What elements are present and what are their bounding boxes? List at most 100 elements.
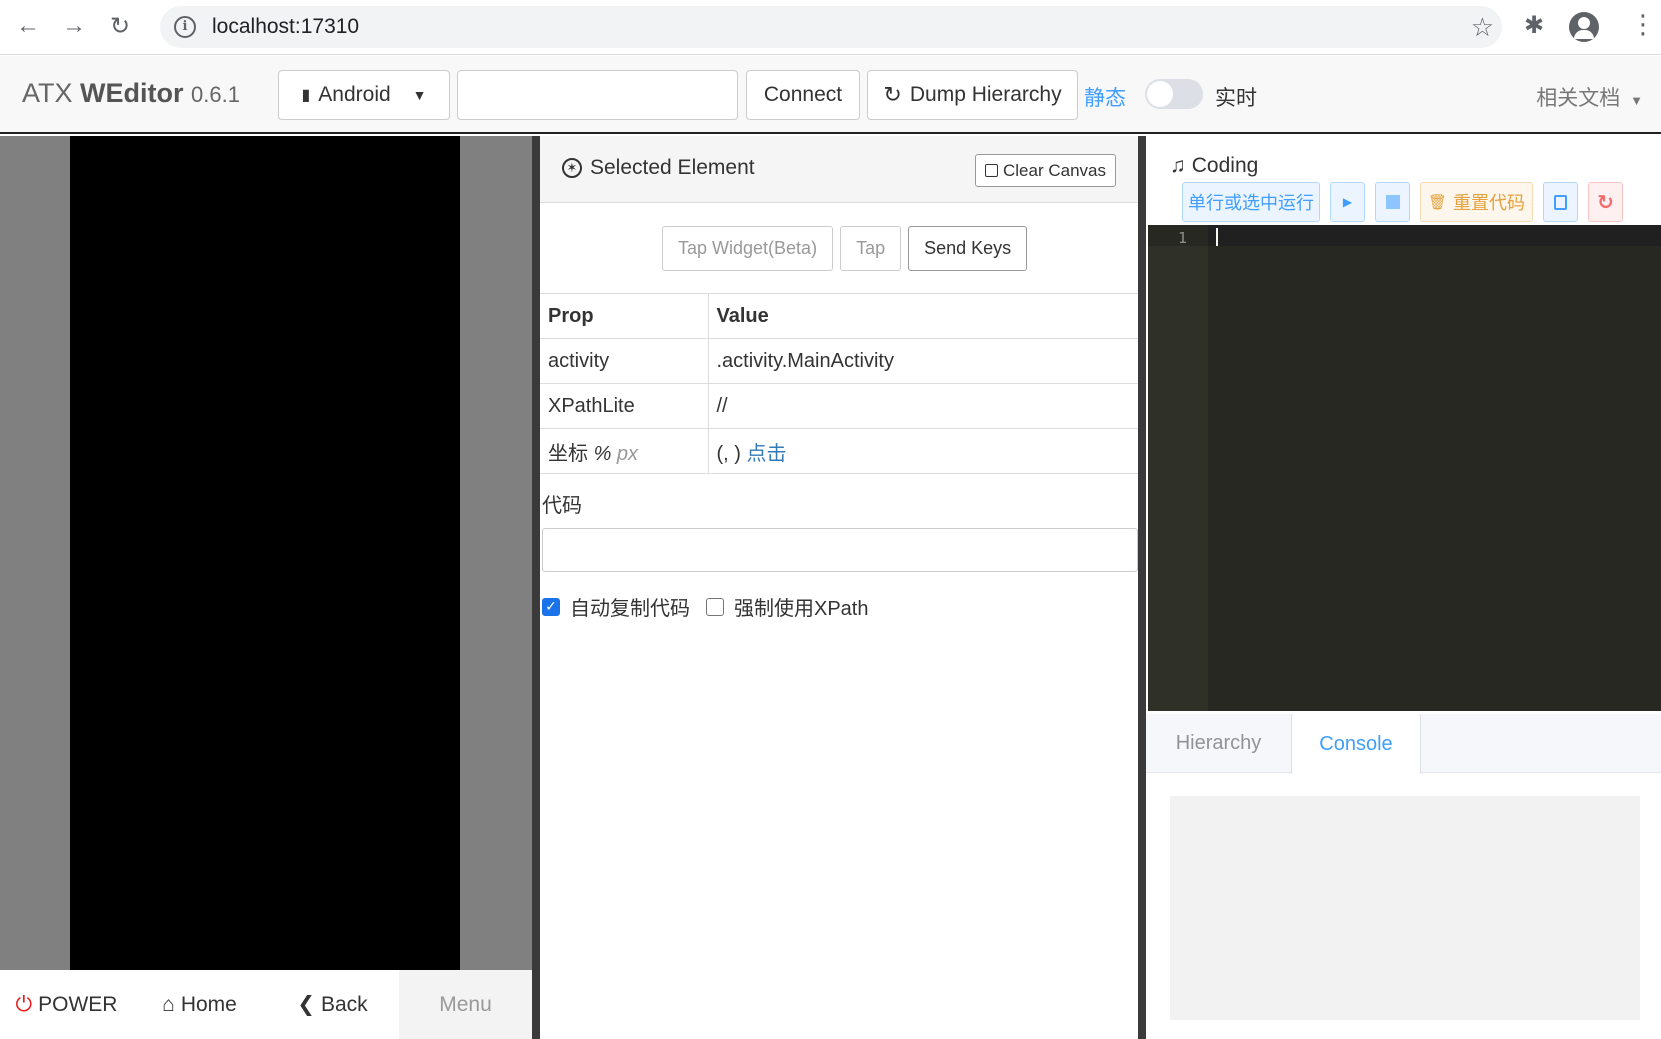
prop-column-header: Prop: [540, 293, 709, 339]
coord-label: 坐标: [548, 442, 588, 465]
value-cell: //: [708, 383, 1138, 429]
coding-label: Coding: [1191, 154, 1259, 177]
prop-cell: 坐标 % px: [540, 428, 709, 474]
tab-hierarchy[interactable]: Hierarchy: [1146, 714, 1291, 773]
coord-px-toggle[interactable]: px: [617, 443, 638, 465]
realtime-toggle[interactable]: [1145, 79, 1203, 109]
auto-copy-checkbox[interactable]: ✓: [542, 597, 560, 616]
connect-label: Connect: [763, 83, 843, 106]
selected-element-header: ✶ Selected Element Clear Canvas: [540, 136, 1138, 203]
url-text[interactable]: localhost:17310: [212, 15, 359, 39]
code-editor[interactable]: 1: [1148, 225, 1661, 711]
profile-avatar-icon[interactable]: [1569, 12, 1599, 42]
run-selection-button[interactable]: 单行或选中运行: [1182, 182, 1320, 222]
reload-icon[interactable]: ↻: [104, 10, 136, 42]
panel-splitter-right[interactable]: [1138, 136, 1146, 1039]
code-label: 代码: [542, 495, 582, 517]
connect-button[interactable]: Connect: [746, 70, 860, 120]
power-label: POWER: [38, 992, 118, 1016]
active-line: [1148, 225, 1661, 246]
docs-dropdown[interactable]: 相关文档 ▼: [1536, 82, 1643, 112]
bookmark-star-icon[interactable]: ☆: [1471, 12, 1494, 43]
reset-code-label: 重置代码: [1453, 193, 1526, 213]
code-input[interactable]: [542, 528, 1138, 572]
forward-arrow-icon[interactable]: →: [58, 10, 90, 42]
table-row: XPathLite //: [540, 383, 1138, 429]
realtime-mode-label[interactable]: 实时: [1215, 82, 1257, 112]
reset-code-button[interactable]: 🗑 重置代码: [1420, 182, 1533, 222]
refresh-icon: ↻: [883, 82, 902, 107]
static-mode-label[interactable]: 静态: [1084, 82, 1126, 112]
platform-select[interactable]: ▮ Android ▼: [278, 70, 450, 120]
code-options: ✓ 自动复制代码 强制使用XPath: [542, 592, 868, 621]
tap-button[interactable]: Tap: [840, 226, 902, 271]
menu-button[interactable]: Menu: [399, 970, 532, 1039]
panel-splitter-left[interactable]: [532, 136, 540, 1039]
auto-copy-label[interactable]: 自动复制代码: [570, 592, 690, 621]
value-column-header: Value: [708, 293, 1138, 339]
prop-cell: XPathLite: [540, 383, 709, 429]
play-icon: ▶: [1342, 195, 1353, 209]
back-button[interactable]: ❮ Back: [266, 970, 399, 1039]
dump-hierarchy-button[interactable]: ↻ Dump Hierarchy: [867, 70, 1078, 120]
power-icon: ⏻: [15, 992, 33, 1016]
coding-title: ♫ Coding: [1170, 154, 1258, 178]
browser-toolbar: ← → ↻ i localhost:17310 ☆ ✱ ⋮: [0, 0, 1661, 55]
more-vert-icon[interactable]: ⋮: [1630, 9, 1656, 40]
toggle-knob: [1147, 81, 1173, 107]
home-button[interactable]: ⌂ Home: [133, 970, 266, 1039]
device-address-input[interactable]: [457, 70, 738, 120]
selected-element-label: Selected Element: [590, 156, 755, 179]
device-screen[interactable]: [70, 136, 460, 970]
value-cell: (, ) 点击: [708, 428, 1138, 474]
table-header-row: Prop Value: [540, 293, 1138, 339]
address-bar[interactable]: i localhost:17310 ☆: [160, 6, 1502, 48]
coding-panel: ♫ Coding 单行或选中运行 ▶ 🗑 重置代码 ↻ 1 Hierarchy: [1146, 136, 1661, 1039]
coding-toolbar: 单行或选中运行 ▶ 🗑 重置代码 ↻: [1182, 182, 1623, 222]
docs-label: 相关文档: [1536, 87, 1621, 110]
brand: ATX WEditor 0.6.1: [22, 78, 240, 109]
power-button[interactable]: ⏻ POWER: [0, 970, 133, 1039]
chevron-left-icon: ❮: [297, 993, 315, 1016]
element-actions: Tap Widget(Beta) Tap Send Keys: [662, 226, 1028, 271]
app-header: ATX WEditor 0.6.1 ▮ Android ▼ Connect ↻ …: [0, 56, 1661, 134]
reload-button[interactable]: ↻: [1588, 182, 1623, 222]
value-cell: .activity.MainActivity: [708, 338, 1138, 384]
text-cursor: [1216, 228, 1218, 246]
line-number: 1: [1178, 229, 1188, 247]
android-icon: ▮: [301, 87, 311, 104]
device-key-bar: ⏻ POWER ⌂ Home ❮ Back Menu: [0, 970, 532, 1039]
tab-console[interactable]: Console: [1291, 714, 1421, 774]
table-row: 坐标 % px (, ) 点击: [540, 428, 1138, 474]
version-label: 0.6.1: [191, 82, 240, 107]
caret-down-icon: ▼: [412, 87, 427, 103]
copy-button[interactable]: [1543, 182, 1578, 222]
coord-click-link[interactable]: 点击: [747, 443, 787, 465]
home-icon: ⌂: [162, 992, 175, 1016]
console-output: [1170, 796, 1640, 1020]
square-icon: [985, 164, 998, 177]
dump-hierarchy-label: Dump Hierarchy: [909, 83, 1062, 106]
back-arrow-icon[interactable]: ←: [12, 10, 44, 42]
properties-table: Prop Value activity .activity.MainActivi…: [540, 293, 1138, 474]
coord-value: (, ): [716, 442, 741, 465]
clear-canvas-label: Clear Canvas: [1003, 160, 1106, 180]
info-icon[interactable]: i: [174, 16, 196, 38]
platform-select-value: Android: [318, 83, 391, 106]
refresh-icon: ↻: [1597, 191, 1614, 214]
brand-name: WEditor: [80, 78, 184, 108]
tap-widget-button[interactable]: Tap Widget(Beta): [662, 226, 834, 271]
music-note-icon: ♫: [1170, 154, 1186, 177]
copy-icon: [1554, 194, 1567, 210]
force-xpath-label[interactable]: 强制使用XPath: [734, 592, 868, 621]
crosshair-icon: ✶: [562, 158, 582, 178]
force-xpath-checkbox[interactable]: [706, 597, 724, 616]
run-button[interactable]: ▶: [1330, 182, 1365, 222]
stop-button[interactable]: [1375, 182, 1410, 222]
clear-canvas-button[interactable]: Clear Canvas: [975, 154, 1116, 187]
send-keys-button[interactable]: Send Keys: [908, 226, 1028, 271]
home-label: Home: [180, 992, 237, 1016]
back-label: Back: [320, 992, 368, 1016]
extensions-icon[interactable]: ✱: [1524, 11, 1544, 40]
coord-percent-toggle[interactable]: %: [594, 443, 612, 465]
